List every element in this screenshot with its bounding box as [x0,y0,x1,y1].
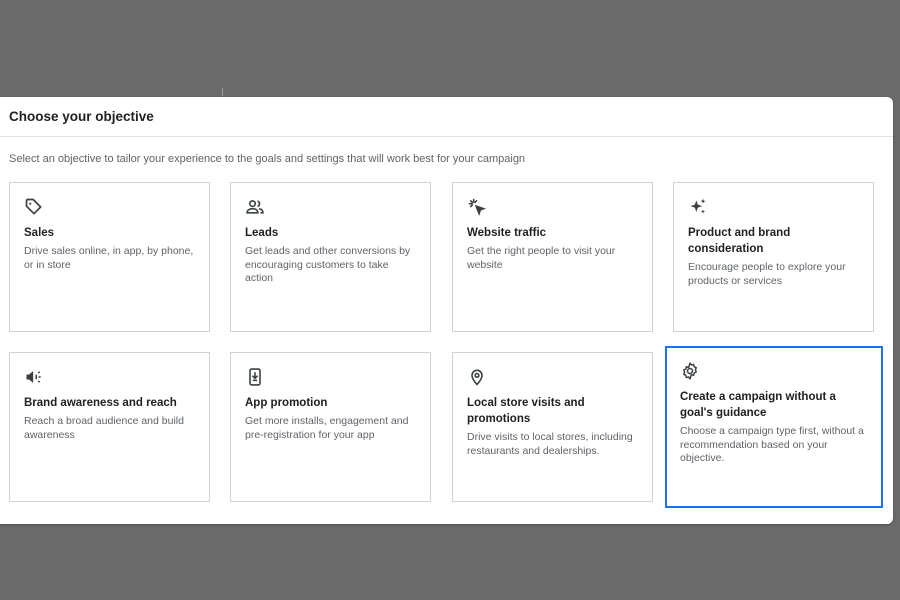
objective-title: Leads [245,227,279,239]
objective-card-website-traffic[interactable]: Website traffic Get the right people to … [452,182,653,332]
dialog-header: Choose your objective [0,97,893,137]
objective-title: Local store visits and promotions [467,397,585,425]
megaphone-icon [24,367,44,387]
dialog-title: Choose your objective [9,109,154,124]
objective-card-product-brand[interactable]: Product and brand consideration Encourag… [673,182,874,332]
tag-icon [24,197,44,217]
gear-icon [680,361,700,381]
objective-card-brand-awareness[interactable]: Brand awareness and reach Reach a broad … [9,352,210,502]
location-pin-icon [467,367,487,387]
objective-card-leads[interactable]: Leads Get leads and other conversions by… [230,182,431,332]
dialog-subtitle: Select an objective to tailor your exper… [9,153,526,165]
objective-description: Get leads and other conversions by encou… [245,245,411,284]
objective-description: Get more installs, engagement and pre-re… [245,415,409,441]
sparkle-icon [688,197,708,217]
objective-card-local-store[interactable]: Local store visits and promotions Drive … [452,352,653,502]
objective-title: Website traffic [467,227,547,239]
objective-card-sales[interactable]: Sales Drive sales online, in app, by pho… [9,182,210,332]
objective-description: Encourage people to explore your product… [688,261,846,287]
objective-card-app-promotion[interactable]: App promotion Get more installs, engagem… [230,352,431,502]
objective-card-no-guidance[interactable]: Create a campaign without a goal's guida… [665,346,883,508]
cursor-click-icon [467,197,487,217]
backdrop-divider [222,88,223,96]
objective-description: Choose a campaign type first, without a … [680,425,864,464]
objective-title: Create a campaign without a goal's guida… [680,391,836,419]
objective-title: Product and brand consideration [688,227,791,255]
objective-title: Sales [24,227,55,239]
objective-description: Drive sales online, in app, by phone, or… [24,245,194,271]
objective-title: Brand awareness and reach [24,397,177,409]
objective-description: Get the right people to visit your websi… [467,245,616,271]
phone-download-icon [245,367,265,387]
people-icon [245,197,265,217]
objective-dialog: Choose your objective Select an objectiv… [0,97,893,524]
objective-description: Reach a broad audience and build awarene… [24,415,184,441]
objective-description: Drive visits to local stores, including … [467,431,633,457]
objective-title: App promotion [245,397,328,409]
